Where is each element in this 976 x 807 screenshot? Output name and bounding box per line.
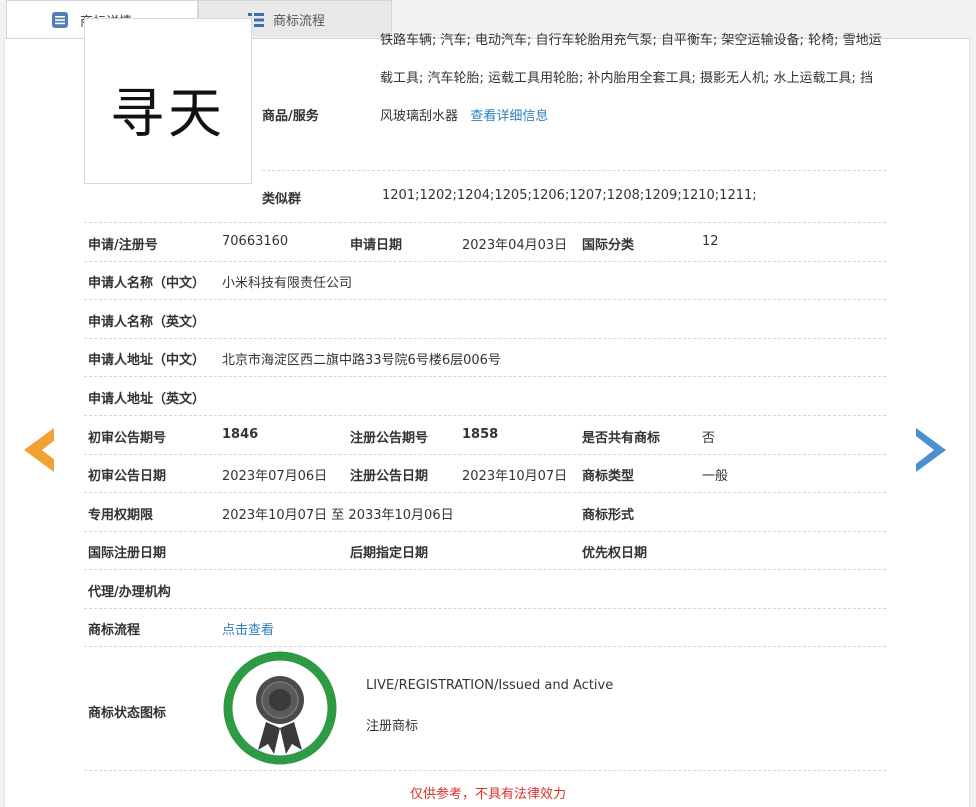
tm-form-label: 商标形式 bbox=[582, 508, 635, 523]
divider bbox=[84, 376, 886, 377]
divider bbox=[84, 608, 886, 609]
divider bbox=[84, 261, 886, 262]
intl-reg-date-label: 国际注册日期 bbox=[88, 546, 167, 561]
reg-pub-no-label: 注册公告期号 bbox=[350, 431, 429, 446]
trademark-logo-text: 寻天 bbox=[110, 82, 226, 145]
process-label: 商标流程 bbox=[88, 623, 141, 638]
divider bbox=[84, 222, 886, 223]
registered-status-badge-icon bbox=[223, 651, 337, 765]
document-list-icon bbox=[52, 12, 68, 28]
goods-list: 铁路车辆; 汽车; 电动汽车; 自行车轮胎用充气泵; 自平衡车; 架空运输设备;… bbox=[380, 33, 882, 124]
reg-no-label: 申请/注册号 bbox=[88, 238, 158, 253]
divider bbox=[84, 569, 886, 570]
divider bbox=[84, 415, 886, 416]
intl-class-value: 12 bbox=[702, 234, 719, 249]
prelim-date-label: 初审公告日期 bbox=[88, 469, 167, 484]
divider bbox=[84, 299, 886, 300]
shared-value: 否 bbox=[702, 431, 716, 446]
trademark-logo: 寻天 bbox=[84, 18, 252, 184]
view-details-link[interactable]: 查看详细信息 bbox=[470, 109, 548, 124]
divider bbox=[84, 770, 886, 771]
status-cn: 注册商标 bbox=[366, 719, 419, 734]
arrow-cutout bbox=[916, 436, 934, 464]
intl-class-label: 国际分类 bbox=[582, 238, 635, 253]
reg-pub-date-value: 2023年10月07日 bbox=[462, 469, 568, 484]
exclusive-period-value: 2023年10月07日 至 2033年10月06日 bbox=[222, 508, 454, 523]
priority-date-label: 优先权日期 bbox=[582, 546, 648, 561]
view-process-link[interactable]: 点击查看 bbox=[222, 619, 274, 638]
divider bbox=[262, 170, 886, 171]
app-date-value: 2023年04月03日 bbox=[462, 238, 568, 253]
address-en-label: 申请人地址（英文） bbox=[88, 392, 206, 407]
address-cn-value: 北京市海淀区西二旗中路33号院6号楼6层006号 bbox=[222, 353, 501, 368]
divider bbox=[84, 454, 886, 455]
disclaimer-text: 仅供参考，不具有法律效力 bbox=[409, 787, 566, 802]
prelim-no-value: 1846 bbox=[222, 427, 259, 442]
agent-label: 代理/办理机构 bbox=[88, 585, 171, 600]
prelim-date-value: 2023年07月06日 bbox=[222, 469, 328, 484]
divider bbox=[84, 646, 886, 647]
shared-label: 是否共有商标 bbox=[582, 431, 661, 446]
divider bbox=[84, 338, 886, 339]
divider bbox=[84, 492, 886, 493]
exclusive-period-label: 专用权期限 bbox=[88, 508, 154, 523]
applicant-cn-value: 小米科技有限责任公司 bbox=[222, 276, 353, 291]
arrow-cutout bbox=[42, 436, 60, 464]
reg-no-value: 70663160 bbox=[222, 234, 289, 249]
goods-label: 商品/服务 bbox=[262, 109, 319, 124]
tm-type-label: 商标类型 bbox=[582, 469, 635, 484]
status-icon-label: 商标状态图标 bbox=[88, 706, 167, 721]
similar-group-value: 1201;1202;1204;1205;1206;1207;1208;1209;… bbox=[382, 188, 757, 203]
status-en: LIVE/REGISTRATION/Issued and Active bbox=[366, 678, 614, 693]
later-date-label: 后期指定日期 bbox=[350, 546, 429, 561]
divider bbox=[84, 531, 886, 532]
address-cn-label: 申请人地址（中文） bbox=[88, 353, 206, 368]
similar-group-label: 类似群 bbox=[262, 192, 302, 207]
goods-services-text: 铁路车辆; 汽车; 电动汽车; 自行车轮胎用充气泵; 自平衡车; 架空运输设备;… bbox=[380, 22, 885, 136]
tm-type-value: 一般 bbox=[702, 469, 729, 484]
applicant-cn-label: 申请人名称（中文） bbox=[88, 276, 206, 291]
applicant-en-label: 申请人名称（英文） bbox=[88, 315, 206, 330]
reg-pub-date-label: 注册公告日期 bbox=[350, 469, 429, 484]
prelim-no-label: 初审公告期号 bbox=[88, 431, 167, 446]
reg-pub-no-value: 1858 bbox=[462, 427, 499, 442]
app-date-label: 申请日期 bbox=[350, 238, 403, 253]
